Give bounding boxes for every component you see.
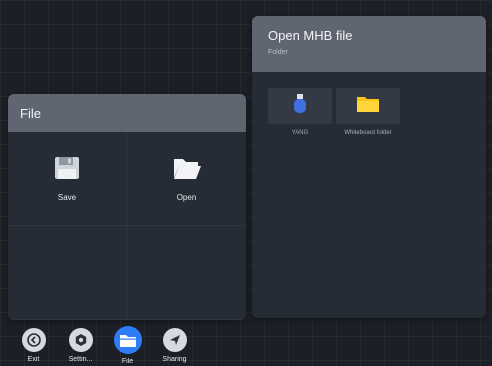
dock-label-sharing: Sharing [162, 356, 187, 363]
empty-cell [127, 226, 246, 320]
file-icon[interactable] [113, 326, 142, 354]
dock-item-sharing[interactable]: Sharing [151, 322, 198, 363]
folder-label-whiteboard: Whiteboard folder [344, 130, 392, 136]
file-panel: File Save Open [8, 94, 246, 320]
exit-icon[interactable] [21, 328, 46, 352]
folder-list: YANG Whiteboard folder [252, 72, 486, 136]
share-icon[interactable] [162, 328, 187, 352]
file-panel-header: File [8, 94, 246, 132]
folder-open-icon [172, 156, 202, 185]
folder-tile[interactable] [268, 88, 332, 124]
folder-item-whiteboard[interactable]: Whiteboard folder [336, 88, 400, 136]
folder-item-yang[interactable]: YANG [268, 88, 332, 136]
open-label: Open [176, 192, 197, 202]
file-actions-grid: Save Open [8, 132, 246, 320]
dock-label-settings: Settin... [68, 356, 93, 363]
dock-item-settings[interactable]: Settin... [57, 322, 104, 363]
dock-label-file: File [121, 358, 134, 365]
open-mhb-subtitle: Folder [268, 49, 288, 56]
save-button[interactable]: Save [8, 132, 127, 226]
open-mhb-header: Open MHB file Folder [252, 16, 486, 72]
folder-label-yang: YANG [291, 130, 309, 136]
settings-icon[interactable] [68, 328, 93, 352]
open-mhb-title: Open MHB file [268, 28, 353, 43]
save-label: Save [57, 192, 77, 202]
empty-cell [8, 226, 127, 320]
dock-item-file[interactable]: File [104, 322, 151, 365]
usb-drive-icon [293, 93, 307, 119]
file-panel-title: File [20, 105, 41, 121]
open-button[interactable]: Open [127, 132, 246, 226]
dock-item-exit[interactable]: Exit [10, 322, 57, 363]
bottom-dock: Exit Settin... File Sharing [10, 322, 198, 366]
open-mhb-panel: Open MHB file Folder YANG Whiteboard fol… [252, 16, 486, 318]
dock-label-exit: Exit [27, 356, 40, 363]
folder-tile[interactable] [336, 88, 400, 124]
folder-icon [357, 95, 379, 117]
save-icon [54, 156, 80, 185]
